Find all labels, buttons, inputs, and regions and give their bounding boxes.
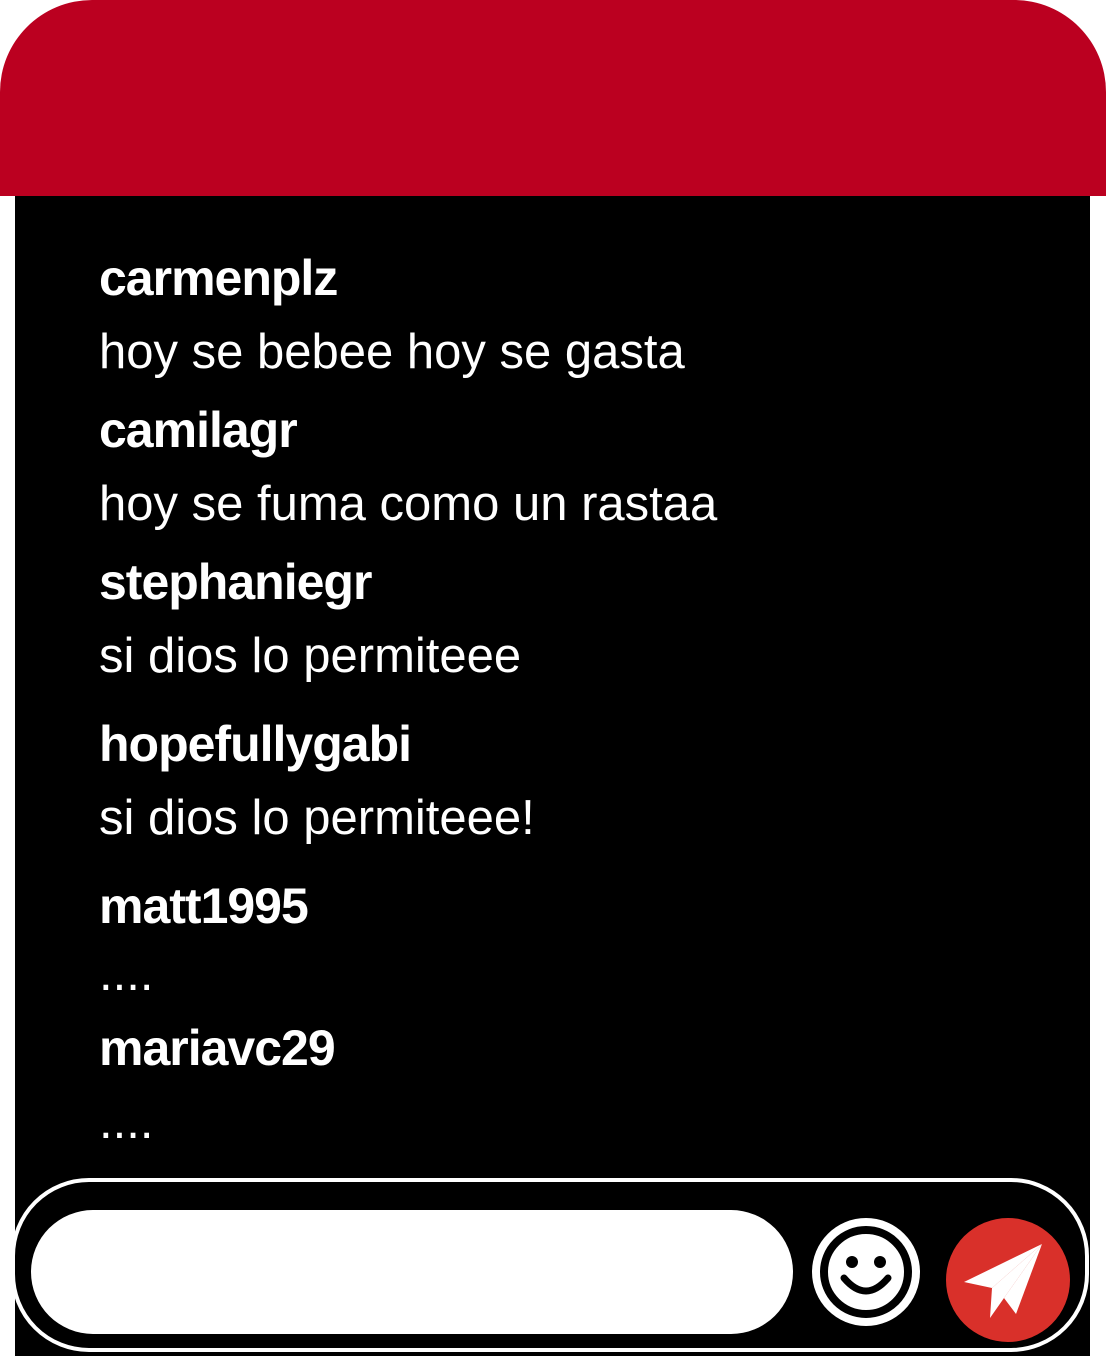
chat-header bbox=[0, 0, 1106, 196]
message-input[interactable] bbox=[31, 1210, 793, 1334]
message-username[interactable]: stephaniegr bbox=[99, 552, 372, 612]
message-text: .... bbox=[99, 947, 154, 1001]
message-composer bbox=[11, 1178, 1089, 1352]
message-text: si dios lo permiteee! bbox=[99, 791, 535, 845]
message-username[interactable]: mariavc29 bbox=[99, 1018, 336, 1078]
message-username[interactable]: carmenplz bbox=[99, 248, 338, 308]
message-text: si dios lo permiteee bbox=[99, 629, 522, 683]
message-text: hoy se bebee hoy se gasta bbox=[99, 325, 685, 379]
message-text: .... bbox=[99, 1095, 154, 1149]
message-username[interactable]: matt1995 bbox=[99, 876, 309, 936]
smiley-face-icon bbox=[820, 1226, 912, 1318]
emoji-button[interactable] bbox=[812, 1218, 920, 1326]
paper-plane-icon bbox=[964, 1244, 1042, 1318]
message-username[interactable]: camilagr bbox=[99, 400, 298, 460]
message-text: hoy se fuma como un rastaa bbox=[99, 477, 718, 531]
message-username[interactable]: hopefullygabi bbox=[99, 714, 412, 774]
send-button[interactable] bbox=[946, 1218, 1070, 1342]
